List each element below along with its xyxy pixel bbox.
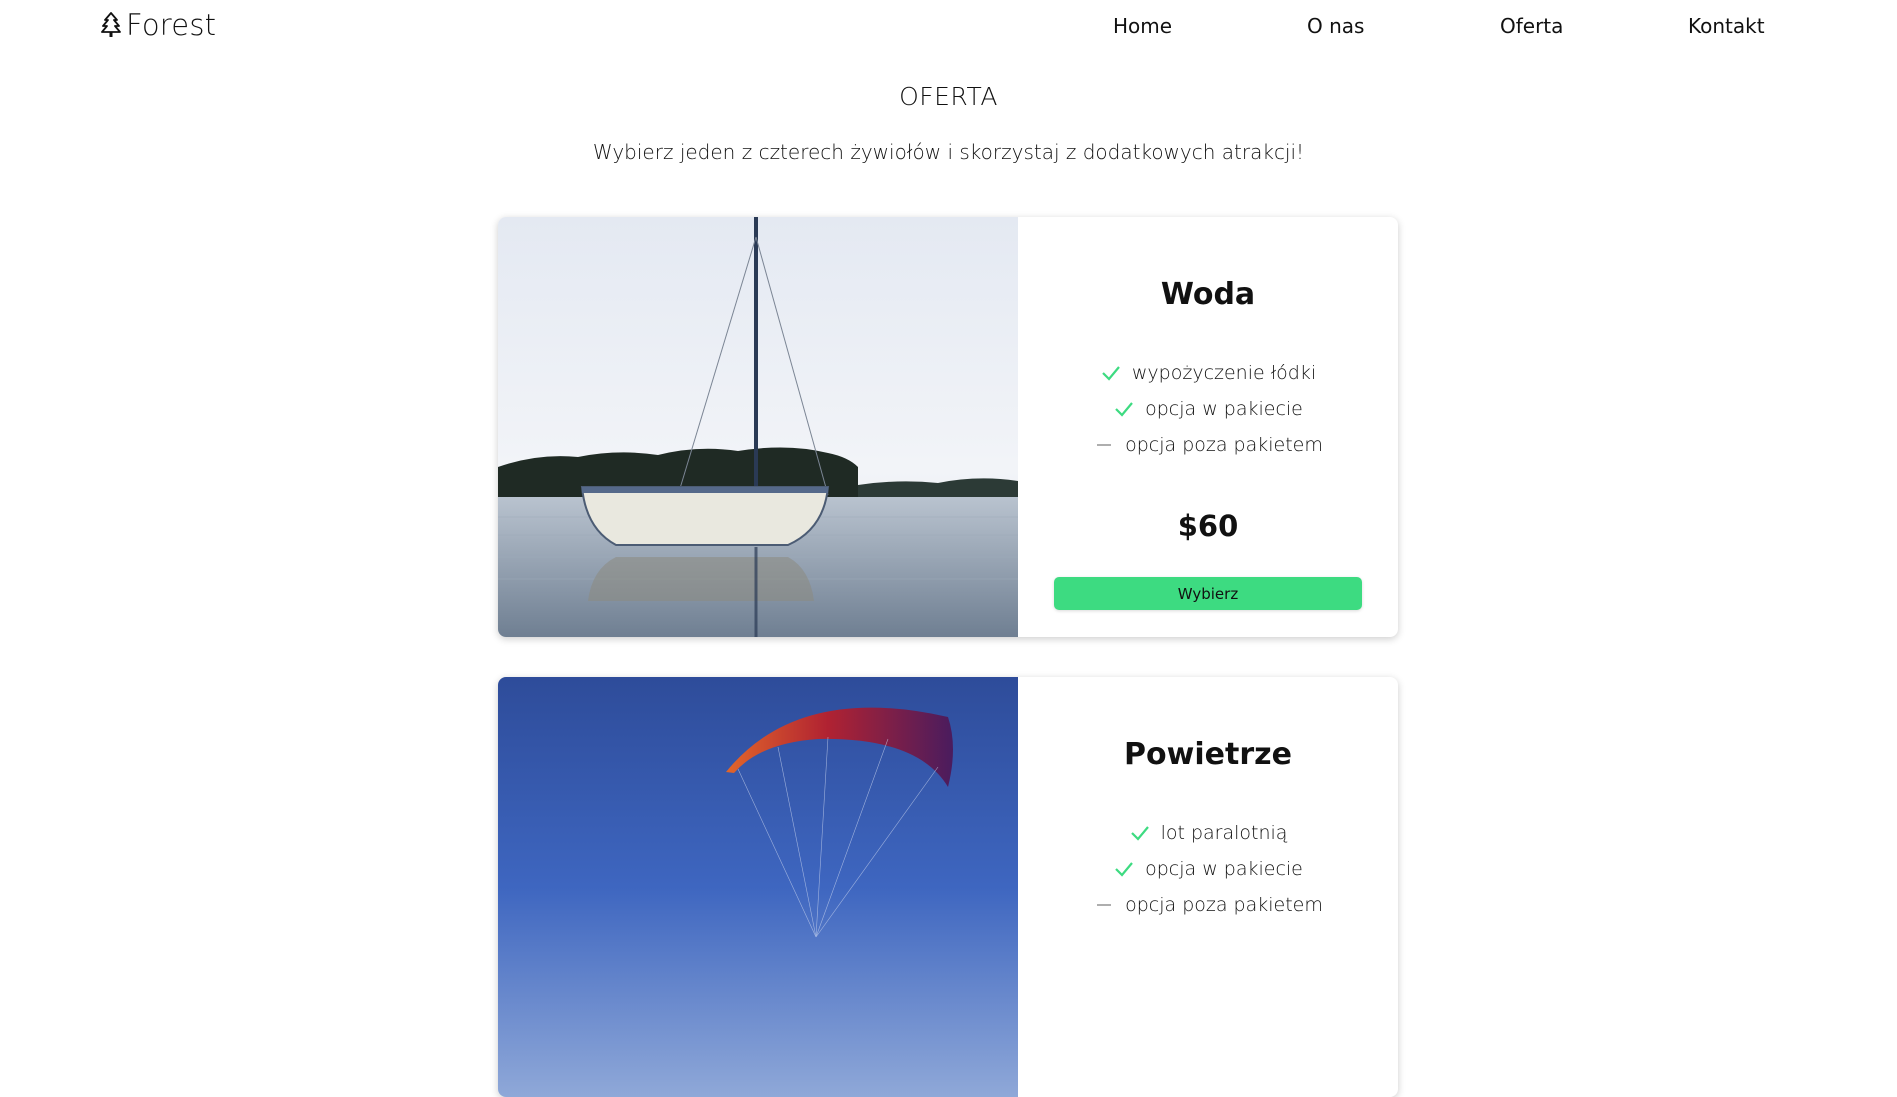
nav-o-nas[interactable]: O nas <box>1307 14 1364 38</box>
check-icon <box>1100 365 1122 381</box>
nav-oferta[interactable]: Oferta <box>1500 14 1563 38</box>
offer-card-woda: Woda wypożyczenie łódki opcja w pakiecie… <box>498 217 1398 637</box>
feature-list: wypożyczenie łódki opcja w pakiecie opcj… <box>1018 355 1398 463</box>
feature-text: opcja poza pakietem <box>1125 894 1323 916</box>
offer-price: $60 <box>1177 509 1239 543</box>
feature-item: opcja poza pakietem <box>1018 427 1398 463</box>
feature-text: wypożyczenie łódki <box>1131 362 1317 384</box>
check-icon <box>1129 825 1151 841</box>
nav-kontakt[interactable]: Kontakt <box>1688 14 1765 38</box>
select-offer-button[interactable]: Wybierz <box>1054 577 1362 610</box>
feature-item: lot paralotnią <box>1018 815 1398 851</box>
main-nav: Home O nas Oferta Kontakt <box>0 14 1897 44</box>
offer-info: Woda wypożyczenie łódki opcja w pakiecie… <box>1018 217 1398 637</box>
feature-text: opcja w pakiecie <box>1145 398 1303 420</box>
dash-icon <box>1093 897 1115 913</box>
section-subtitle: Wybierz jeden z czterech żywiołów i skor… <box>592 140 1305 164</box>
offer-info: Powietrze lot paralotnią opcja w pakieci… <box>1018 677 1398 1097</box>
sailboat-on-lake-photo <box>498 217 1018 637</box>
nav-home[interactable]: Home <box>1113 14 1172 38</box>
feature-list: lot paralotnią opcja w pakiecie opcja po… <box>1018 815 1398 923</box>
feature-item: opcja poza pakietem <box>1018 887 1398 923</box>
paraglider-in-sky-photo <box>498 677 1018 1097</box>
offer-title: Powietrze <box>1124 737 1292 772</box>
feature-item: opcja w pakiecie <box>1018 851 1398 887</box>
check-icon <box>1113 861 1135 877</box>
feature-text: opcja w pakiecie <box>1145 858 1303 880</box>
feature-item: opcja w pakiecie <box>1018 391 1398 427</box>
feature-text: opcja poza pakietem <box>1125 434 1323 456</box>
section-title: OFERTA <box>899 82 998 111</box>
dash-icon <box>1093 437 1115 453</box>
offer-card-powietrze: Powietrze lot paralotnią opcja w pakieci… <box>498 677 1398 1097</box>
feature-text: lot paralotnią <box>1160 822 1288 844</box>
offer-title: Woda <box>1160 277 1256 312</box>
feature-item: wypożyczenie łódki <box>1018 355 1398 391</box>
check-icon <box>1113 401 1135 417</box>
top-navbar: Forest Home O nas Oferta Kontakt <box>0 0 1897 58</box>
